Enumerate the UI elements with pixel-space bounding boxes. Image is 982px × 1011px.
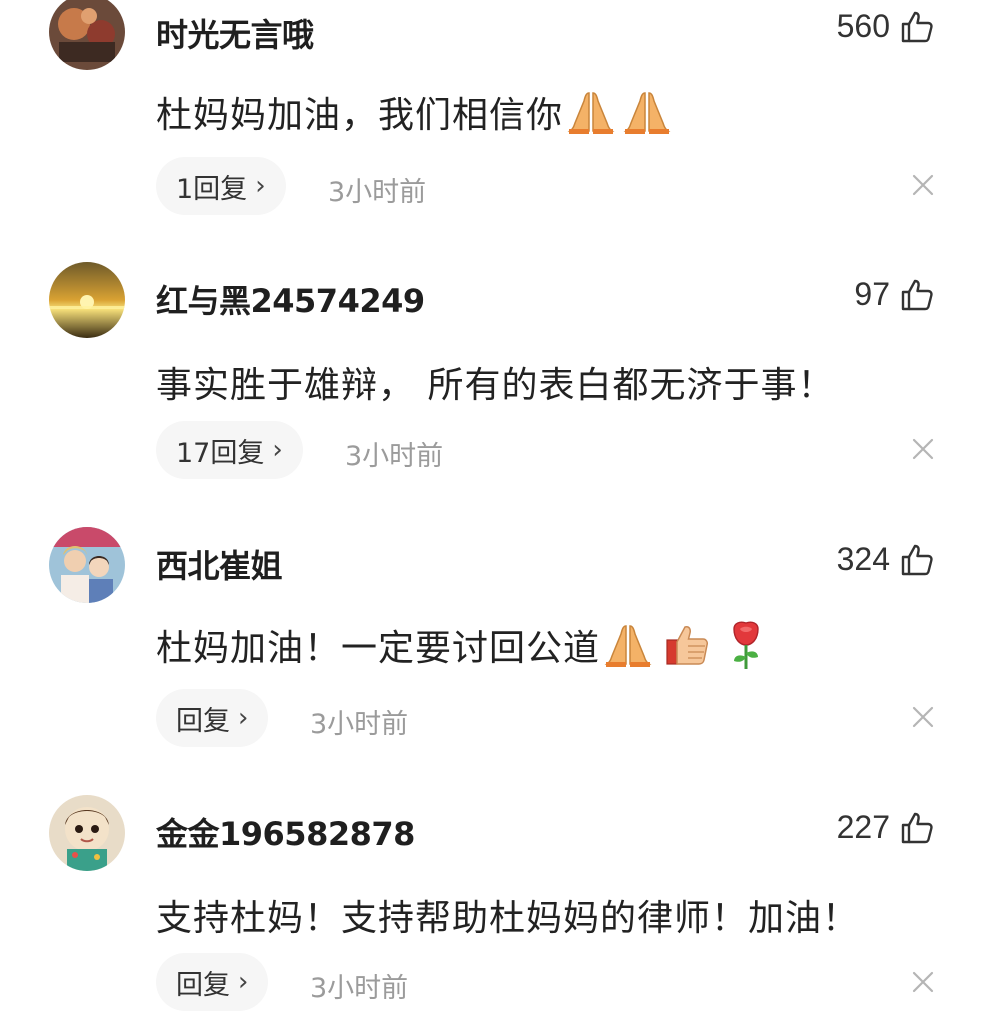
- folded-hands-icon: [623, 92, 671, 134]
- thumbs-up-outline-icon: [901, 279, 933, 310]
- avatar[interactable]: [49, 262, 125, 338]
- reply-label: 回复: [176, 705, 230, 737]
- comment-text: 杜妈妈加油，我们相信你: [156, 86, 671, 138]
- like-button[interactable]: 227: [837, 809, 934, 846]
- comment-item: 时光无言哦 560 杜妈妈加油，我们相信你 1回复 › 3小时前: [0, 0, 982, 250]
- comment-item: 西北崔姐 324 杜妈加油！一定要讨回公道 回复 › 3小时前: [0, 515, 982, 785]
- close-icon[interactable]: [912, 971, 934, 993]
- like-button[interactable]: 324: [837, 541, 934, 578]
- close-icon[interactable]: [912, 174, 934, 196]
- comment-text: 支持杜妈！支持帮助杜妈妈的律师！加油！: [156, 889, 859, 941]
- comment-body: 杜妈妈加油，我们相信你: [156, 95, 564, 136]
- folded-hands-icon: [567, 92, 615, 134]
- like-count: 560: [836, 8, 890, 44]
- thumbs-up-icon: [666, 626, 709, 665]
- comment-body: 支持杜妈！支持帮助杜妈妈的律师！加油！: [156, 898, 860, 939]
- avatar[interactable]: [49, 795, 125, 871]
- timestamp: 3小时前: [310, 973, 409, 1004]
- reply-button[interactable]: 回复 ›: [156, 953, 269, 1011]
- username[interactable]: 时光无言哦: [156, 10, 314, 56]
- chevron-right-icon: ›: [238, 703, 249, 733]
- comment-text: 杜妈加油！一定要讨回公道: [156, 619, 766, 671]
- folded-hands-icon: [604, 625, 652, 667]
- reply-label: 回复: [176, 969, 230, 1001]
- timestamp: 3小时前: [310, 709, 409, 740]
- comment-text: 事实胜于雄辩， 所有的表白都无济于事！: [156, 356, 834, 408]
- chevron-right-icon: ›: [238, 967, 249, 997]
- like-count: 97: [854, 276, 890, 312]
- timestamp: 3小时前: [328, 177, 427, 208]
- thumbs-up-outline-icon: [901, 11, 933, 42]
- close-icon[interactable]: [912, 438, 934, 460]
- avatar[interactable]: [49, 527, 125, 603]
- thumbs-up-outline-icon: [901, 544, 933, 575]
- comment-item: 红与黑24574249 97 事实胜于雄辩， 所有的表白都无济于事！ 17回复 …: [0, 250, 982, 515]
- reply-button[interactable]: 17回复 ›: [156, 421, 303, 479]
- timestamp: 3小时前: [345, 441, 444, 472]
- comment-body: 杜妈加油！一定要讨回公道: [156, 628, 601, 669]
- reply-label: 1回复: [176, 173, 248, 205]
- thumbs-up-outline-icon: [901, 812, 933, 843]
- username[interactable]: 金金196582878: [156, 809, 415, 855]
- reply-button[interactable]: 回复 ›: [156, 689, 269, 747]
- rose-icon: [733, 621, 759, 669]
- chevron-right-icon: ›: [255, 171, 266, 201]
- like-button[interactable]: 97: [854, 276, 934, 313]
- reply-label: 17回复: [176, 437, 265, 469]
- username[interactable]: 红与黑24574249: [156, 276, 425, 322]
- comment-body: 事实胜于雄辩， 所有的表白都无济于事！: [156, 365, 835, 406]
- like-button[interactable]: 560: [837, 8, 934, 45]
- avatar[interactable]: [49, 0, 125, 70]
- comment-item: 金金196582878 227 支持杜妈！支持帮助杜妈妈的律师！加油！ 回复 ›…: [0, 785, 982, 1011]
- like-count: 324: [836, 541, 890, 577]
- like-count: 227: [836, 809, 890, 845]
- username[interactable]: 西北崔姐: [156, 541, 283, 587]
- close-icon[interactable]: [912, 706, 934, 728]
- chevron-right-icon: ›: [272, 435, 283, 465]
- reply-button[interactable]: 1回复 ›: [156, 157, 286, 215]
